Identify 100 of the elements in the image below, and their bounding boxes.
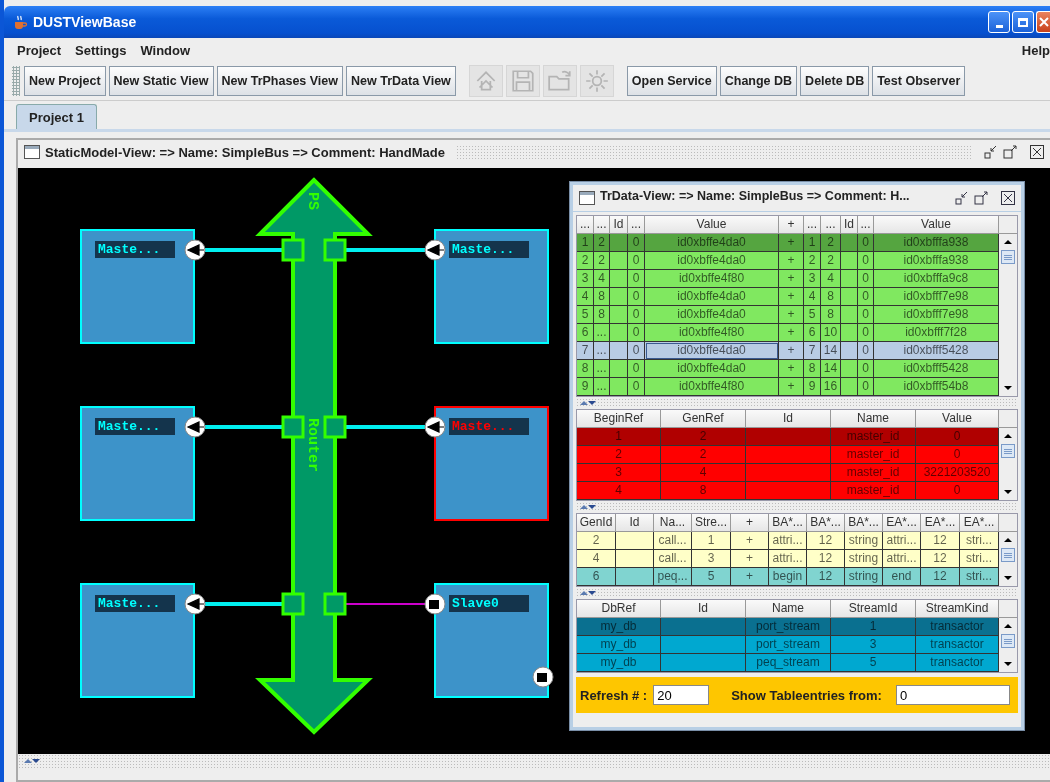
tab[interactable]: Project 1 — [16, 104, 97, 129]
table-row[interactable]: my_db port_stream 3 transactor — [577, 636, 999, 654]
close-icon[interactable] — [1030, 145, 1044, 159]
column-header[interactable]: BA*... — [807, 514, 845, 532]
toolbar-button[interactable]: Test Observer — [872, 66, 966, 96]
column-header[interactable]: Id — [610, 216, 628, 234]
toolbar-button[interactable]: Delete DB — [800, 66, 870, 96]
toolbar-button[interactable]: Open Service — [626, 66, 717, 96]
socket-icon[interactable] — [184, 239, 206, 261]
menu-item[interactable]: Settings — [75, 42, 127, 58]
column-header[interactable]: Name — [746, 600, 831, 618]
menu-item[interactable]: Project — [17, 42, 62, 58]
table-row[interactable]: 4 8 0 id0xbffe4da0 + 4 8 0 id0xbfff7e98 — [577, 288, 999, 306]
column-header[interactable]: EA*... — [921, 514, 960, 532]
table-row[interactable]: 9 ... 0 id0xbffe4f80 + 9 16 0 id0xbfff54b8 — [577, 378, 999, 396]
table-cell: id0xbffe4da0 — [645, 342, 779, 360]
column-header[interactable]: Id — [616, 514, 654, 532]
column-header[interactable]: + — [779, 216, 804, 234]
frame-title-bar[interactable]: TrData-View: => Name: SimpleBus => Comment: H... — [573, 185, 1021, 212]
minimize-button[interactable] — [988, 11, 1010, 33]
toolbar-button[interactable]: New TrPhases View — [216, 66, 343, 96]
port-square[interactable] — [281, 238, 305, 262]
table-row[interactable]: 8 ... 0 id0xbffe4da0 + 8 14 0 id0xbfff5428 — [577, 360, 999, 378]
splitter-arrows-icon[interactable] — [24, 758, 40, 764]
column-header[interactable]: GenId — [577, 514, 616, 532]
port-square[interactable] — [323, 415, 347, 439]
table-row[interactable]: 6 peq... 5 + begin 12 string end 12 stri... — [577, 568, 999, 586]
column-header[interactable]: BA*... — [769, 514, 807, 532]
port-square[interactable] — [323, 592, 347, 616]
column-header[interactable]: BA*... — [845, 514, 883, 532]
column-header[interactable]: DbRef — [577, 600, 661, 618]
table-row[interactable]: 4 call... 3 + attri... 12 string attri... 12 stri... — [577, 550, 999, 568]
column-header[interactable]: ... — [821, 216, 841, 234]
scroll-thumb[interactable] — [1001, 444, 1015, 458]
column-header[interactable]: EA*... — [960, 514, 999, 532]
socket-icon[interactable] — [424, 593, 446, 615]
table-row[interactable]: my_db peq_stream 5 transactor — [577, 654, 999, 672]
table-row[interactable]: 6 ... 0 id0xbffe4f80 + 6 10 0 id0xbfff7f28 — [577, 324, 999, 342]
input-field[interactable]: 20 — [653, 685, 710, 705]
column-header[interactable]: StreamKind — [916, 600, 999, 618]
socket-icon[interactable] — [184, 416, 206, 438]
socket-icon[interactable] — [184, 593, 206, 615]
column-header[interactable]: GenRef — [661, 410, 746, 428]
menu-item[interactable]: Window — [140, 42, 191, 58]
column-header[interactable]: ... — [858, 216, 874, 234]
table-cell: 8 — [661, 482, 746, 500]
table-row[interactable]: 3 4 0 id0xbffe4f80 + 3 4 0 id0xbfffa9c8 — [577, 270, 999, 288]
input-field[interactable]: 0 — [895, 685, 1010, 705]
field-label: Refresh # : — [580, 687, 648, 703]
port-square[interactable] — [323, 238, 347, 262]
table-row[interactable]: 1 2 0 id0xbffe4da0 + 1 2 0 id0xbfffa938 — [577, 234, 999, 252]
table-row[interactable]: 2 2 0 id0xbffe4da0 + 2 2 0 id0xbfffa938 — [577, 252, 999, 270]
maximize-icon[interactable] — [974, 191, 988, 205]
table-row[interactable]: 5 8 0 id0xbffe4da0 + 5 8 0 id0xbfff7e98 — [577, 306, 999, 324]
column-header[interactable]: Id — [661, 600, 746, 618]
column-header[interactable]: Value — [874, 216, 999, 234]
column-header[interactable]: Name — [831, 410, 916, 428]
scrollbar[interactable] — [18, 754, 1050, 768]
column-header[interactable]: BeginRef — [577, 410, 661, 428]
maximize-icon[interactable] — [1003, 145, 1017, 159]
maximize-button[interactable] — [1012, 11, 1034, 33]
column-header[interactable]: ... — [804, 216, 821, 234]
toolbar-button[interactable]: Change DB — [719, 66, 798, 96]
toolbar-button[interactable]: New Project — [24, 66, 106, 96]
column-header[interactable]: EA*... — [883, 514, 921, 532]
table-cell: my_db — [577, 654, 661, 672]
column-header[interactable]: Value — [645, 216, 779, 234]
splitter-arrows-icon[interactable] — [580, 590, 596, 596]
column-header[interactable]: + — [731, 514, 769, 532]
column-header[interactable]: StreamId — [831, 600, 916, 618]
toolbar-grip[interactable] — [12, 66, 20, 96]
iconify-icon[interactable] — [955, 191, 969, 205]
toolbar-button[interactable]: New Static View — [108, 66, 214, 96]
splitter-arrows-icon[interactable] — [580, 400, 596, 406]
socket-icon[interactable] — [424, 239, 446, 261]
port-square[interactable] — [281, 592, 305, 616]
scroll-thumb[interactable] — [1001, 634, 1015, 648]
column-header[interactable]: Na... — [654, 514, 692, 532]
scroll-thumb[interactable] — [1001, 250, 1015, 264]
column-header[interactable]: ... — [628, 216, 645, 234]
toolbar-button[interactable]: New TrData View — [346, 66, 456, 96]
column-header[interactable]: Value — [916, 410, 999, 428]
column-header[interactable]: ... — [594, 216, 610, 234]
table-row[interactable]: 2 call... 1 + attri... 12 string attri... 12 stri... — [577, 532, 999, 550]
column-header[interactable]: Id — [841, 216, 858, 234]
close-button[interactable] — [1036, 11, 1050, 33]
socket-icon[interactable] — [532, 666, 554, 688]
socket-icon[interactable] — [424, 416, 446, 438]
port-square[interactable] — [281, 415, 305, 439]
bus-arrow[interactable] — [255, 177, 373, 735]
column-header[interactable]: Id — [746, 410, 831, 428]
iconify-icon[interactable] — [984, 145, 998, 159]
column-header[interactable]: Stre... — [692, 514, 731, 532]
table-row[interactable]: 7 ... 0 id0xbffe4da0 + 7 14 0 id0xbfff5428 — [577, 342, 999, 360]
frame-title-bar[interactable]: StaticModel-View: => Name: SimpleBus => Comment: HandMade — [18, 140, 1050, 164]
scroll-thumb[interactable] — [1001, 548, 1015, 562]
menu-item[interactable]: Help — [1021, 42, 1050, 58]
splitter-arrows-icon[interactable] — [580, 504, 596, 510]
close-icon[interactable] — [1001, 191, 1015, 205]
column-header[interactable]: ... — [577, 216, 594, 234]
